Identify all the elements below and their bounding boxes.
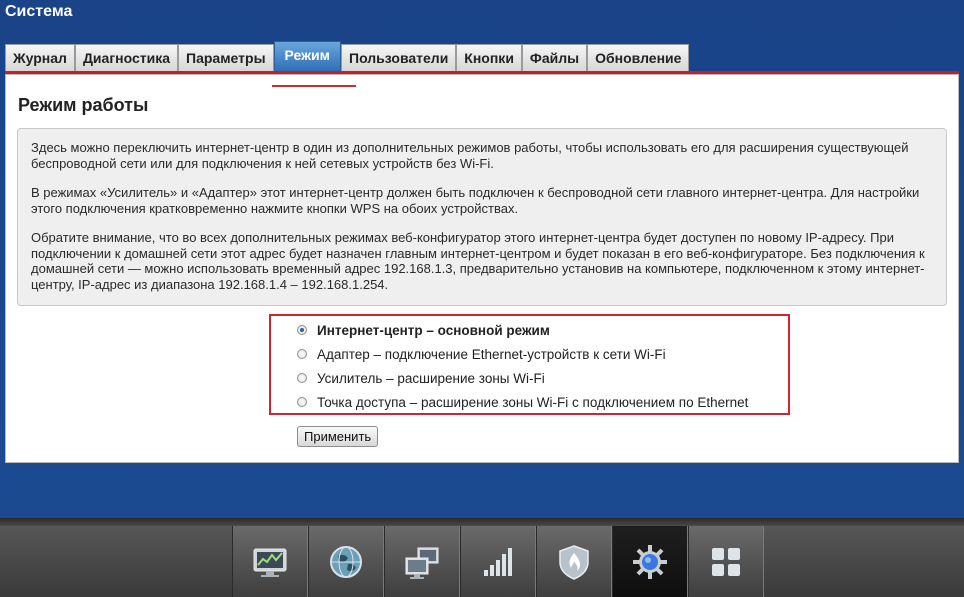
tab-bar-divider (5, 71, 959, 74)
dock-item-monitor[interactable] (232, 526, 308, 597)
info-box: Здесь можно переключить интернет-центр в… (17, 128, 947, 306)
content-panel: Режим работы Здесь можно переключить инт… (5, 74, 959, 463)
dock-item-internet[interactable] (308, 526, 384, 597)
tab-files[interactable]: Файлы (521, 44, 588, 71)
info-paragraph: Обратите внимание, что во всех дополните… (31, 230, 925, 292)
globe-icon (330, 545, 362, 578)
apps-grid-icon (712, 547, 740, 576)
radio-icon[interactable] (297, 373, 307, 383)
gear-icon (633, 544, 667, 579)
info-paragraph: Здесь можно переключить интернет-центр в… (31, 140, 909, 171)
dock-item-wifi[interactable] (460, 526, 536, 597)
mode-option-label: Адаптер – подключение Ethernet-устройств… (317, 346, 666, 362)
dock-item-system[interactable] (612, 526, 688, 597)
page-title: Система (5, 3, 73, 20)
dock-item-security[interactable] (536, 526, 612, 597)
mode-option-access-point[interactable]: Точка доступа – расширение зоны Wi-Fi с … (297, 393, 748, 411)
info-paragraph: В режимах «Усилитель» и «Адаптер» этот и… (31, 185, 920, 216)
mode-option-label: Интернет-центр – основной режим (317, 322, 550, 338)
tab-diagnostics[interactable]: Диагностика (74, 44, 179, 71)
monitor-chart-icon (253, 548, 287, 577)
radio-icon[interactable] (297, 349, 307, 359)
radio-icon[interactable] (297, 397, 307, 407)
network-computers-icon (405, 547, 439, 579)
tab-buttons[interactable]: Кнопки (456, 44, 522, 71)
signal-bars-icon (484, 547, 512, 576)
tab-mode[interactable]: Режим (273, 41, 342, 71)
panel-title: Режим работы (18, 95, 149, 115)
mode-option-adapter[interactable]: Адаптер – подключение Ethernet-устройств… (297, 345, 666, 363)
dock-item-apps[interactable] (688, 526, 764, 597)
tab-journal[interactable]: Журнал (5, 44, 75, 71)
shield-icon (559, 544, 589, 580)
tab-parameters[interactable]: Параметры (178, 44, 274, 71)
dock-item-network[interactable] (384, 526, 460, 597)
tab-users[interactable]: Пользователи (341, 44, 457, 71)
mode-option-label: Усилитель – расширение зоны Wi-Fi (317, 370, 545, 386)
tab-bar: Журнал Диагностика Параметры Режим Польз… (5, 41, 690, 71)
radio-selected-icon[interactable] (297, 325, 307, 335)
mode-option-label: Точка доступа – расширение зоны Wi-Fi с … (317, 394, 749, 410)
tab-update[interactable]: Обновление (587, 44, 690, 71)
mode-option-repeater[interactable]: Усилитель – расширение зоны Wi-Fi (297, 369, 545, 387)
apply-button[interactable]: Применить (297, 426, 379, 447)
dock-edge (0, 518, 964, 526)
active-tab-underline (272, 85, 356, 87)
mode-option-internet-center[interactable]: Интернет-центр – основной режим (297, 321, 550, 339)
mode-selection-group: Интернет-центр – основной режим Адаптер … (269, 314, 790, 415)
